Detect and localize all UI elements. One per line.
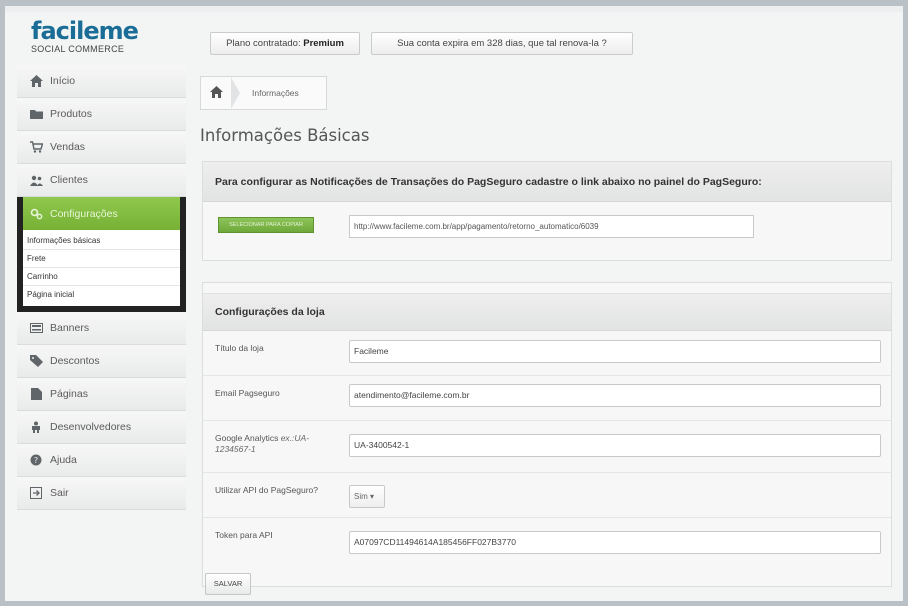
form-row-store-title: Título da loja Facileme: [203, 331, 891, 376]
breadcrumb: Informações: [200, 76, 327, 110]
sidebar-item-label: Início: [50, 75, 76, 87]
logo[interactable]: facileme SOCIAL COMMERCE: [31, 17, 151, 56]
svg-text:?: ?: [34, 456, 38, 465]
sidebar-item-label: Ajuda: [50, 454, 77, 466]
breadcrumb-home-icon[interactable]: [201, 85, 231, 101]
submenu-carrinho[interactable]: Carrinho: [23, 268, 180, 286]
sidebar-item-label: Clientes: [50, 174, 88, 186]
sidebar-item-desenvolvedores[interactable]: Desenvolvedores: [17, 411, 186, 444]
plan-button[interactable]: Plano contratado: Premium: [210, 32, 360, 55]
form-row-pagseguro-email: Email Pagseguro atendimento@facileme.com…: [203, 376, 891, 421]
developer-icon: [29, 420, 43, 434]
submenu-frete[interactable]: Frete: [23, 250, 180, 268]
sidebar-item-produtos[interactable]: Produtos: [17, 98, 186, 131]
sidebar-item-label: Páginas: [50, 388, 88, 400]
sidebar-item-label: Descontos: [50, 355, 100, 367]
breadcrumb-separator: [231, 77, 240, 109]
form-row-google-analytics: Google Analytics ex.:UA-1234567-1 UA-340…: [203, 421, 891, 473]
sidebar: Início Produtos Vendas Clientes Configur…: [17, 65, 186, 510]
sidebar-item-clientes[interactable]: Clientes: [17, 164, 186, 197]
field-label-text: Google Analytics: [215, 433, 279, 443]
sidebar-item-ajuda[interactable]: ? Ajuda: [17, 444, 186, 477]
form-row-api-token: Token para API A07097CD11494614A185456FF…: [203, 518, 891, 568]
brand-tagline: SOCIAL COMMERCE: [31, 44, 125, 54]
page-title: Informações Básicas: [200, 126, 370, 145]
pagseguro-email-input[interactable]: atendimento@facileme.com.br: [349, 384, 881, 407]
exit-icon: [29, 486, 43, 500]
sidebar-item-inicio[interactable]: Início: [17, 65, 186, 98]
home-icon: [29, 74, 43, 88]
submenu-pagina-inicial[interactable]: Página inicial: [23, 286, 180, 304]
sidebar-item-label: Sair: [50, 487, 69, 499]
use-api-select[interactable]: Sim ▾: [349, 485, 385, 508]
config-submenu: Informações básicas Frete Carrinho Págin…: [17, 230, 186, 312]
sidebar-item-label: Desenvolvedores: [50, 421, 132, 433]
breadcrumb-current: Informações: [252, 88, 299, 98]
google-analytics-input[interactable]: UA-3400542-1: [349, 434, 881, 457]
page-icon: [29, 387, 43, 401]
plan-label: Plano contratado:: [226, 38, 301, 49]
field-label: Google Analytics ex.:UA-1234567-1: [215, 433, 335, 455]
submenu-informacoes-basicas[interactable]: Informações básicas: [23, 232, 180, 250]
help-icon: ?: [29, 453, 43, 467]
return-url-field[interactable]: http://www.facileme.com.br/app/pagamento…: [349, 215, 754, 238]
sidebar-item-paginas[interactable]: Páginas: [17, 378, 186, 411]
users-icon: [29, 173, 43, 187]
sidebar-item-vendas[interactable]: Vendas: [17, 131, 186, 164]
renew-account-button[interactable]: Sua conta expira em 328 dias, que tal re…: [371, 32, 633, 55]
tag-icon: [29, 354, 43, 368]
sidebar-item-descontos[interactable]: Descontos: [17, 345, 186, 378]
top-strip: [5, 6, 903, 12]
sidebar-item-label: Banners: [50, 322, 90, 334]
app-window: facileme SOCIAL COMMERCE Início Produtos…: [0, 0, 908, 606]
sidebar-item-configuracoes[interactable]: Configurações: [17, 197, 186, 230]
field-label: Utilizar API do PagSeguro?: [215, 485, 319, 495]
form-row-use-api: Utilizar API do PagSeguro? Sim ▾: [203, 473, 891, 518]
sidebar-item-label: Configurações: [50, 207, 118, 220]
field-label: Título da loja: [215, 343, 264, 353]
field-label: Token para API: [215, 530, 273, 540]
plan-value: Premium: [303, 38, 344, 49]
select-to-copy-button[interactable]: SELECIONAR PARA COPIAR: [218, 217, 314, 233]
gear-icon: [29, 207, 43, 221]
store-config-heading: Configurações da loja: [203, 293, 891, 331]
store-title-input[interactable]: Facileme: [349, 340, 881, 363]
cart-icon: [29, 140, 43, 154]
sidebar-item-label: Vendas: [50, 141, 86, 153]
store-config-panel: Configurações da loja Título da loja Fac…: [202, 282, 892, 587]
api-token-input[interactable]: A07097CD11494614A185456FF027B3770: [349, 531, 881, 554]
save-button[interactable]: SALVAR: [205, 573, 251, 595]
sidebar-item-label: Produtos: [50, 108, 93, 120]
notifications-heading: Para configurar as Notificações de Trans…: [203, 162, 891, 202]
sidebar-item-banners[interactable]: Banners: [17, 312, 186, 345]
notifications-panel: Para configurar as Notificações de Trans…: [202, 161, 892, 261]
sidebar-item-sair[interactable]: Sair: [17, 477, 186, 510]
brand-name: facileme: [31, 17, 139, 45]
banner-icon: [29, 321, 43, 335]
folder-icon: [29, 107, 43, 121]
field-label: Email Pagseguro: [215, 388, 280, 398]
